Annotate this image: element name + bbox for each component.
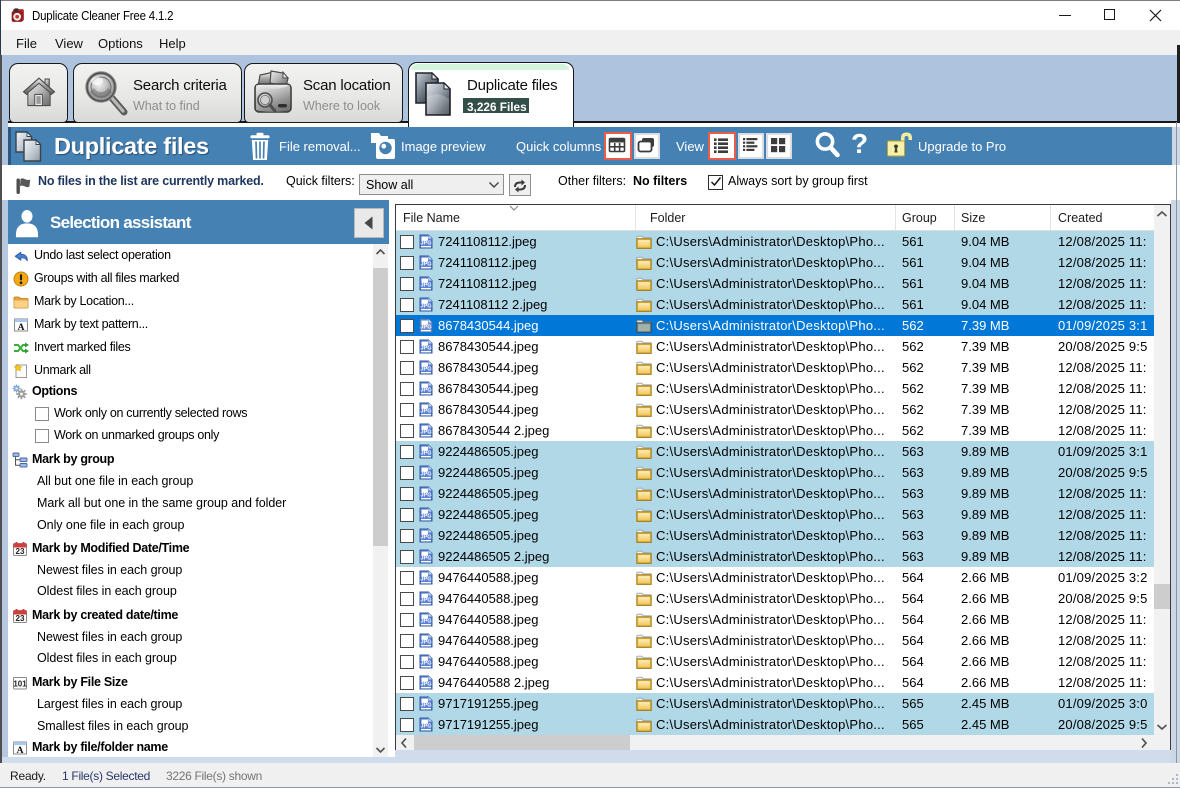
svg-text:JPG: JPG	[420, 346, 431, 352]
svg-text:JPG: JPG	[420, 577, 431, 583]
svg-text:JPG: JPG	[420, 724, 431, 730]
svg-text:JPG: JPG	[420, 451, 431, 457]
svg-text:JPG: JPG	[420, 493, 431, 499]
svg-text:JPG: JPG	[420, 661, 431, 667]
svg-text:JPG: JPG	[420, 241, 431, 247]
svg-text:23: 23	[16, 547, 25, 556]
svg-text:JPG: JPG	[420, 703, 431, 709]
svg-text:JPG: JPG	[420, 535, 431, 541]
svg-text:JPG: JPG	[420, 556, 431, 562]
svg-text:JPG: JPG	[420, 598, 431, 604]
svg-text:JPG: JPG	[420, 325, 431, 331]
svg-text:JPG: JPG	[420, 514, 431, 520]
svg-text:JPG: JPG	[420, 262, 431, 268]
svg-text:101: 101	[13, 680, 27, 689]
svg-text:JPG: JPG	[420, 472, 431, 478]
svg-text:JPG: JPG	[420, 682, 431, 688]
svg-text:JPG: JPG	[420, 640, 431, 646]
svg-text:JPG: JPG	[420, 388, 431, 394]
svg-text:JPG: JPG	[420, 367, 431, 373]
svg-text:JPG: JPG	[420, 409, 431, 415]
svg-text:A: A	[17, 746, 24, 756]
svg-text:JPG: JPG	[420, 283, 431, 289]
svg-text:JPG: JPG	[420, 304, 431, 310]
svg-text:JPG: JPG	[420, 430, 431, 436]
svg-text:23: 23	[16, 614, 25, 623]
svg-text:A: A	[18, 323, 25, 333]
svg-text:JPG: JPG	[420, 619, 431, 625]
